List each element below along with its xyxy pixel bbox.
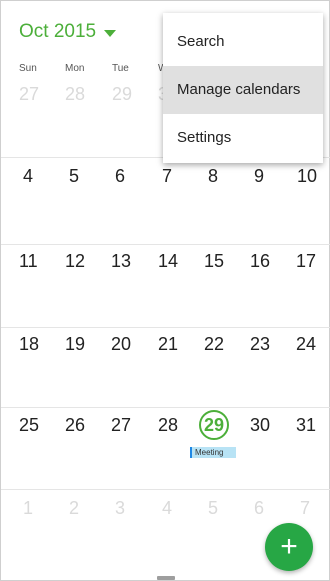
calendar-day[interactable]: 5	[208, 498, 254, 519]
calendar-day-today: 29	[203, 414, 225, 435]
plus-icon: +	[280, 530, 298, 563]
calendar-day[interactable]: 8	[208, 166, 254, 187]
week-divider	[1, 244, 330, 245]
calendar-day[interactable]: 29	[112, 84, 158, 105]
weekday-label: Sun	[19, 63, 37, 74]
calendar-day[interactable]: 21	[158, 334, 204, 355]
calendar-day[interactable]: 25	[19, 415, 65, 436]
calendar-day[interactable]: 7	[300, 498, 330, 519]
today-marker[interactable]: 29	[199, 410, 229, 440]
calendar-day[interactable]: 19	[65, 334, 111, 355]
calendar-day[interactable]: 13	[111, 251, 157, 272]
calendar-day[interactable]: 4	[162, 498, 208, 519]
calendar-day[interactable]: 28	[158, 415, 204, 436]
weekday-label: Tue	[112, 63, 129, 74]
month-label: Oct 2015	[19, 21, 97, 42]
calendar-day[interactable]: 11	[19, 251, 65, 272]
month-selector[interactable]: Oct 2015	[19, 21, 117, 43]
menu-item-settings[interactable]: Settings	[163, 114, 323, 162]
week-divider	[1, 407, 330, 408]
week-divider	[1, 327, 330, 328]
calendar-day[interactable]: 26	[65, 415, 111, 436]
calendar-day[interactable]: 1	[23, 498, 69, 519]
calendar-day[interactable]: 18	[19, 334, 65, 355]
drag-handle[interactable]	[157, 576, 175, 580]
calendar-day[interactable]: 6	[115, 166, 161, 187]
calendar-day[interactable]: 7	[162, 166, 208, 187]
calendar-day[interactable]: 27	[19, 84, 65, 105]
week-divider	[1, 489, 330, 490]
calendar-day[interactable]: 17	[296, 251, 330, 272]
calendar-day[interactable]: 2	[69, 498, 115, 519]
calendar-day[interactable]: 24	[296, 334, 330, 355]
calendar-day[interactable]: 3	[115, 498, 161, 519]
calendar-screen: Oct 2015 Sun Mon Tue W 27 28 29 3 4 5 6 …	[0, 0, 330, 581]
overflow-menu: Search Manage calendars Settings	[163, 13, 323, 163]
event-chip[interactable]: Meeting	[190, 447, 236, 458]
calendar-day[interactable]: 9	[254, 166, 300, 187]
calendar-day[interactable]: 28	[65, 84, 111, 105]
menu-item-search[interactable]: Search	[163, 18, 323, 66]
weekday-label: Mon	[65, 63, 85, 74]
calendar-day[interactable]: 15	[204, 251, 250, 272]
calendar-day[interactable]: 5	[69, 166, 115, 187]
menu-item-manage-calendars[interactable]: Manage calendars	[163, 66, 323, 114]
calendar-day[interactable]: 4	[23, 166, 69, 187]
calendar-day[interactable]: 12	[65, 251, 111, 272]
calendar-day[interactable]: 23	[250, 334, 296, 355]
calendar-day[interactable]: 10	[297, 166, 330, 187]
calendar-day[interactable]: 27	[111, 415, 157, 436]
add-event-button[interactable]: +	[265, 523, 313, 571]
calendar-day[interactable]: 20	[111, 334, 157, 355]
calendar-day[interactable]: 31	[296, 415, 330, 436]
dropdown-arrow-icon	[104, 29, 117, 37]
calendar-day[interactable]: 30	[250, 415, 296, 436]
calendar-day[interactable]: 22	[204, 334, 250, 355]
event-label: Meeting	[195, 448, 224, 457]
calendar-day[interactable]: 6	[254, 498, 300, 519]
calendar-day[interactable]: 14	[158, 251, 204, 272]
calendar-day[interactable]: 16	[250, 251, 296, 272]
